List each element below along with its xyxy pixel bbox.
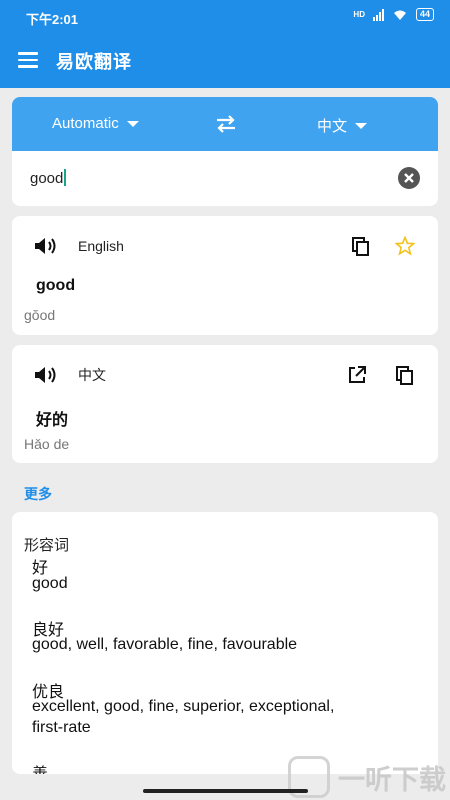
target-word: 好的 <box>36 412 69 429</box>
source-language-label: Automatic <box>52 115 119 132</box>
wifi-icon <box>393 10 406 20</box>
speaker-icon[interactable] <box>34 365 60 385</box>
dictionary-line: excellent, good, fine, superior, excepti… <box>32 698 335 715</box>
text-input-row: good <box>12 151 438 206</box>
language-selector-bar: Automatic 中文 <box>12 97 438 151</box>
status-icons: HD 44 <box>353 8 434 21</box>
source-word: good <box>36 277 76 294</box>
dictionary-line: good <box>32 575 68 592</box>
target-card-language: 中文 <box>78 367 106 383</box>
open-external-icon[interactable] <box>347 365 367 385</box>
more-link[interactable]: 更多 <box>24 484 52 504</box>
target-result-card: 中文 好的 Hǎo de <box>12 345 438 463</box>
clear-input-icon[interactable] <box>398 167 420 189</box>
dictionary-line: 善 <box>32 760 48 774</box>
chevron-down-icon <box>355 122 368 129</box>
battery-indicator: 44 <box>415 8 434 21</box>
dictionary-card: 形容词 好 good 良好 good, well, favorable, fin… <box>12 512 438 774</box>
target-phonetic: Hǎo de <box>24 436 70 452</box>
text-cursor <box>64 169 67 186</box>
app-bar: 易欧翻译 <box>0 32 450 88</box>
copy-icon[interactable] <box>351 236 371 256</box>
dictionary-line: first-rate <box>32 719 91 736</box>
home-indicator[interactable] <box>143 789 308 793</box>
translation-input-card: Automatic 中文 good <box>12 97 438 206</box>
source-card-language: English <box>78 238 124 254</box>
target-language-label: 中文 <box>317 118 348 135</box>
star-icon[interactable] <box>395 236 415 256</box>
status-bar: 下午2:01 HD 44 <box>0 0 450 32</box>
source-language-dropdown[interactable]: Automatic <box>52 115 139 132</box>
source-result-card: English good gŏod <box>12 216 438 335</box>
menu-icon[interactable] <box>18 52 38 68</box>
source-text-value: good <box>30 170 64 187</box>
chevron-down-icon <box>126 120 139 127</box>
status-time: 下午2:01 <box>26 12 79 27</box>
target-card-header: 中文 <box>34 365 106 385</box>
swap-languages-icon[interactable] <box>215 114 237 134</box>
source-text-input[interactable]: good <box>30 169 67 187</box>
source-phonetic: gŏod <box>24 307 56 323</box>
network-type-label: HD <box>353 10 365 19</box>
target-language-dropdown[interactable]: 中文 <box>317 115 368 136</box>
watermark: 一听下载 <box>288 756 446 798</box>
watermark-text: 一听下载 <box>338 764 446 795</box>
part-of-speech: 形容词 <box>24 537 70 554</box>
dictionary-line: good, well, favorable, fine, favourable <box>32 636 298 653</box>
copy-icon[interactable] <box>395 365 415 385</box>
app-title: 易欧翻译 <box>56 52 132 72</box>
signal-icon <box>372 8 384 21</box>
speaker-icon[interactable] <box>34 236 60 256</box>
source-card-header: English <box>34 236 124 256</box>
